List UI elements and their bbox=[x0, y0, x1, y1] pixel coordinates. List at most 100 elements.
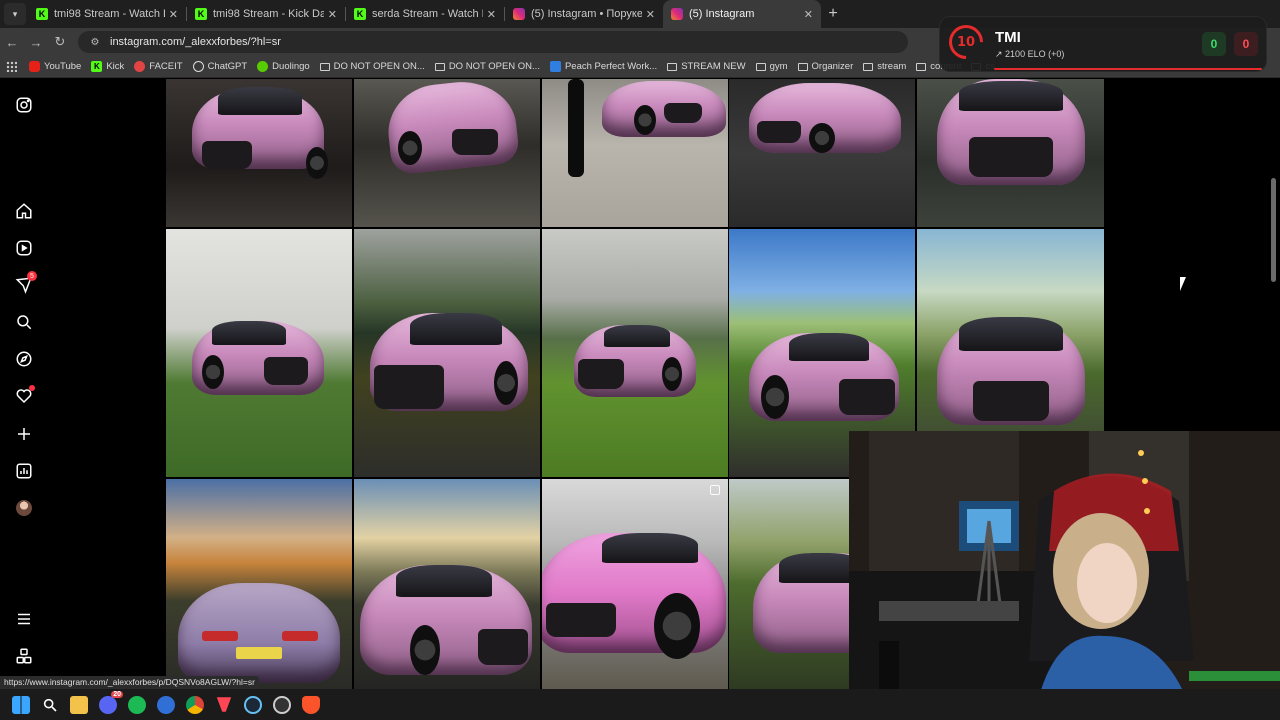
address-bar[interactable]: ⚙ instagram.com/_alexxforbes/?hl=sr bbox=[78, 31, 908, 53]
tab-label: tmi98 Stream - Watch Live on K bbox=[54, 8, 165, 20]
tab-search-icon[interactable]: ▾ bbox=[4, 3, 26, 25]
new-tab-button[interactable]: + bbox=[821, 0, 845, 28]
reload-icon[interactable]: ↻ bbox=[48, 30, 72, 54]
chrome-icon[interactable] bbox=[186, 695, 204, 714]
mouse-cursor bbox=[1180, 277, 1192, 291]
messages-icon[interactable]: 5 bbox=[14, 271, 37, 295]
apps-grid-icon[interactable] bbox=[6, 61, 17, 72]
bookmark-folder-gym[interactable]: gym bbox=[755, 61, 788, 72]
bookmark-label: FACEIT bbox=[149, 61, 183, 72]
level-number: 10 bbox=[956, 34, 976, 50]
tab-2[interactable]: K tmi98 Stream - Kick Dashboard ✕ bbox=[187, 0, 345, 28]
app-icon-2[interactable] bbox=[273, 695, 291, 714]
more-menu-icon[interactable] bbox=[14, 609, 34, 629]
bookmark-folder-stream-new[interactable]: STREAM NEW bbox=[667, 61, 746, 72]
bookmark-folder-1[interactable]: DO NOT OPEN ON... bbox=[319, 61, 425, 72]
discord-badge: 20 bbox=[111, 690, 123, 698]
bookmark-folder-2[interactable]: DO NOT OPEN ON... bbox=[434, 61, 540, 72]
folder-icon bbox=[863, 62, 874, 71]
instagram-icon bbox=[513, 8, 525, 20]
post-tile[interactable] bbox=[542, 479, 728, 689]
explore-icon[interactable] bbox=[14, 349, 34, 369]
home-icon[interactable] bbox=[14, 201, 34, 221]
bookmark-label: DO NOT OPEN ON... bbox=[448, 61, 540, 72]
close-icon[interactable]: ✕ bbox=[804, 8, 813, 21]
bookmark-youtube[interactable]: YouTube bbox=[29, 61, 81, 72]
app-icon[interactable] bbox=[157, 695, 175, 714]
post-tile[interactable] bbox=[542, 229, 728, 477]
bookmark-label: stream bbox=[877, 61, 907, 72]
tail-light bbox=[282, 631, 318, 641]
bookmark-label: DO NOT OPEN ON... bbox=[333, 61, 425, 72]
reels-icon[interactable] bbox=[14, 238, 34, 258]
notifications-icon[interactable] bbox=[14, 385, 35, 406]
post-tile[interactable] bbox=[166, 229, 352, 477]
tab-4[interactable]: (5) Instagram • Поруке ✕ bbox=[505, 0, 663, 28]
dashboard-icon[interactable] bbox=[14, 461, 34, 481]
bookmark-label: YouTube bbox=[44, 61, 82, 72]
create-icon[interactable] bbox=[14, 424, 34, 444]
tab-3[interactable]: K serda Stream - Watch Live on K ✕ bbox=[346, 0, 504, 28]
bookmark-folder-stream[interactable]: stream bbox=[863, 61, 906, 72]
brave-icon[interactable] bbox=[302, 695, 320, 714]
close-icon[interactable]: ✕ bbox=[487, 8, 496, 21]
faceit-icon bbox=[134, 61, 146, 72]
bookmark-peach[interactable]: Peach Perfect Work... bbox=[549, 61, 658, 72]
valorant-icon[interactable] bbox=[216, 697, 232, 712]
close-icon[interactable]: ✕ bbox=[169, 8, 178, 21]
license-plate bbox=[236, 647, 282, 659]
scrollbar-thumb[interactable] bbox=[1271, 178, 1276, 282]
instagram-logo-icon[interactable] bbox=[14, 95, 34, 115]
file-explorer-icon[interactable] bbox=[70, 695, 88, 714]
tab-label: (5) Instagram bbox=[689, 8, 755, 20]
tail-light bbox=[202, 631, 238, 641]
post-tile[interactable] bbox=[354, 479, 540, 689]
post-tile[interactable] bbox=[917, 79, 1104, 227]
close-icon[interactable]: ✕ bbox=[646, 8, 655, 21]
spotify-icon[interactable] bbox=[128, 695, 146, 714]
post-tile[interactable] bbox=[166, 79, 352, 227]
avatar bbox=[16, 500, 32, 516]
discord-icon[interactable]: 20 bbox=[99, 690, 123, 714]
bookmark-label: Peach Perfect Work... bbox=[564, 61, 658, 72]
folder-icon bbox=[434, 62, 445, 71]
notification-dot bbox=[29, 385, 35, 391]
profile-avatar[interactable] bbox=[14, 498, 34, 518]
folder-icon bbox=[916, 62, 927, 71]
bookmark-chatgpt[interactable]: ChatGPT bbox=[192, 61, 247, 72]
windows-start-icon[interactable] bbox=[12, 695, 30, 714]
post-tile[interactable] bbox=[354, 79, 540, 227]
duolingo-icon bbox=[257, 61, 269, 72]
instagram-icon bbox=[671, 8, 683, 20]
bookmark-kick[interactable]: K Kick bbox=[91, 61, 124, 72]
bookmark-faceit[interactable]: FACEIT bbox=[134, 61, 183, 72]
bookmark-duolingo[interactable]: Duolingo bbox=[257, 61, 310, 72]
folder-icon bbox=[755, 62, 766, 71]
search-icon[interactable] bbox=[14, 312, 34, 332]
search-icon[interactable] bbox=[41, 696, 59, 714]
tab-label: serda Stream - Watch Live on K bbox=[372, 8, 483, 20]
steam-icon[interactable] bbox=[244, 695, 262, 714]
post-tile[interactable] bbox=[166, 479, 352, 689]
folder-icon bbox=[667, 62, 678, 71]
tab-5-active[interactable]: (5) Instagram ✕ bbox=[663, 0, 821, 28]
carousel-icon bbox=[710, 485, 720, 495]
status-bar-link: https://www.instagram.com/_alexxforbes/p… bbox=[0, 676, 259, 689]
site-info-icon[interactable]: ⚙ bbox=[88, 35, 102, 49]
close-icon[interactable]: ✕ bbox=[328, 8, 337, 21]
folder-icon bbox=[797, 62, 808, 71]
bookmark-label: Organizer bbox=[811, 61, 854, 72]
bookmark-label: gym bbox=[769, 61, 788, 72]
post-tile[interactable] bbox=[354, 229, 540, 477]
tab-1[interactable]: K tmi98 Stream - Watch Live on K ✕ bbox=[28, 0, 186, 28]
tab-label: (5) Instagram • Поруке bbox=[531, 8, 642, 20]
post-tile[interactable] bbox=[542, 79, 728, 227]
bookmark-folder-organizer[interactable]: Organizer bbox=[797, 61, 854, 72]
streamer-webcam bbox=[849, 431, 1280, 720]
post-tile[interactable] bbox=[729, 79, 915, 227]
also-from-meta-icon[interactable] bbox=[14, 646, 34, 666]
back-icon[interactable]: ← bbox=[0, 30, 24, 54]
url-text: instagram.com/_alexxforbes/?hl=sr bbox=[110, 36, 281, 48]
forward-icon[interactable]: → bbox=[24, 30, 48, 54]
bookmark-label: STREAM NEW bbox=[681, 61, 746, 72]
